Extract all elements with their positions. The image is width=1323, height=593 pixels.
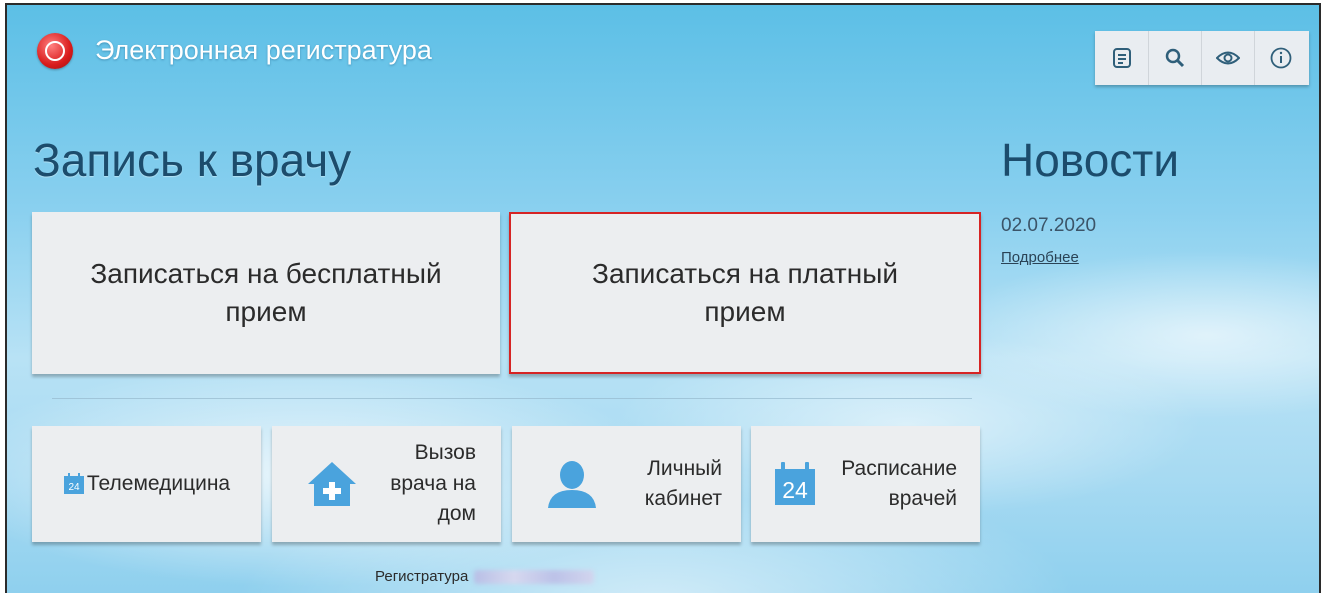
news-more-link[interactable]: Подробнее	[1001, 249, 1079, 266]
free-appointment-button[interactable]: Записаться на бесплатный прием	[32, 212, 500, 374]
house-plus-icon	[308, 462, 356, 506]
user-icon	[548, 461, 596, 508]
home-visit-label: Вызов врача на дом	[390, 441, 476, 526]
doctor-schedule-button[interactable]: 24 Расписание врачей	[751, 426, 980, 542]
accessibility-button[interactable]	[1201, 31, 1254, 85]
calendar-number: 24	[782, 477, 808, 503]
search-button[interactable]	[1148, 31, 1201, 85]
home-visit-button[interactable]: Вызов врача на дом	[272, 426, 501, 542]
calendar-24-icon: 24	[775, 462, 815, 505]
search-icon	[1165, 48, 1185, 68]
calendar-24-icon: 24	[63, 473, 84, 494]
doctor-schedule-label: Расписание врачей	[841, 456, 957, 510]
redacted-phone	[474, 570, 595, 585]
svg-text:24: 24	[68, 482, 80, 493]
telemedicine-button[interactable]: 24 Телемедицина	[32, 426, 261, 542]
telemedicine-label: Телемедицина	[86, 472, 231, 495]
free-appointment-label: Записаться на бесплатный прием	[90, 258, 442, 327]
personal-account-button[interactable]: Личный кабинет	[512, 426, 741, 542]
list-button[interactable]	[1095, 31, 1148, 85]
paid-appointment-button[interactable]: Записаться на платный прием	[509, 212, 981, 374]
divider	[52, 398, 972, 399]
app-title: Электронная регистратура	[95, 35, 432, 65]
personal-account-label: Личный кабинет	[644, 456, 722, 510]
news-title: Новости	[1001, 134, 1180, 186]
news-date: 02.07.2020	[1001, 215, 1097, 236]
toolbar	[1095, 31, 1309, 85]
paid-appointment-label: Записаться на платный прием	[592, 258, 898, 327]
footer: Регистратура	[375, 568, 595, 585]
eye-icon	[1216, 51, 1240, 65]
app-window: Электронная регистратура Запись к врачу …	[5, 3, 1321, 593]
footer-label: Регистратура	[375, 568, 469, 585]
page-title: Запись к врачу	[33, 134, 352, 186]
logo	[37, 33, 73, 69]
info-icon	[1270, 47, 1292, 69]
info-button[interactable]	[1254, 31, 1307, 85]
list-icon	[1112, 48, 1131, 68]
